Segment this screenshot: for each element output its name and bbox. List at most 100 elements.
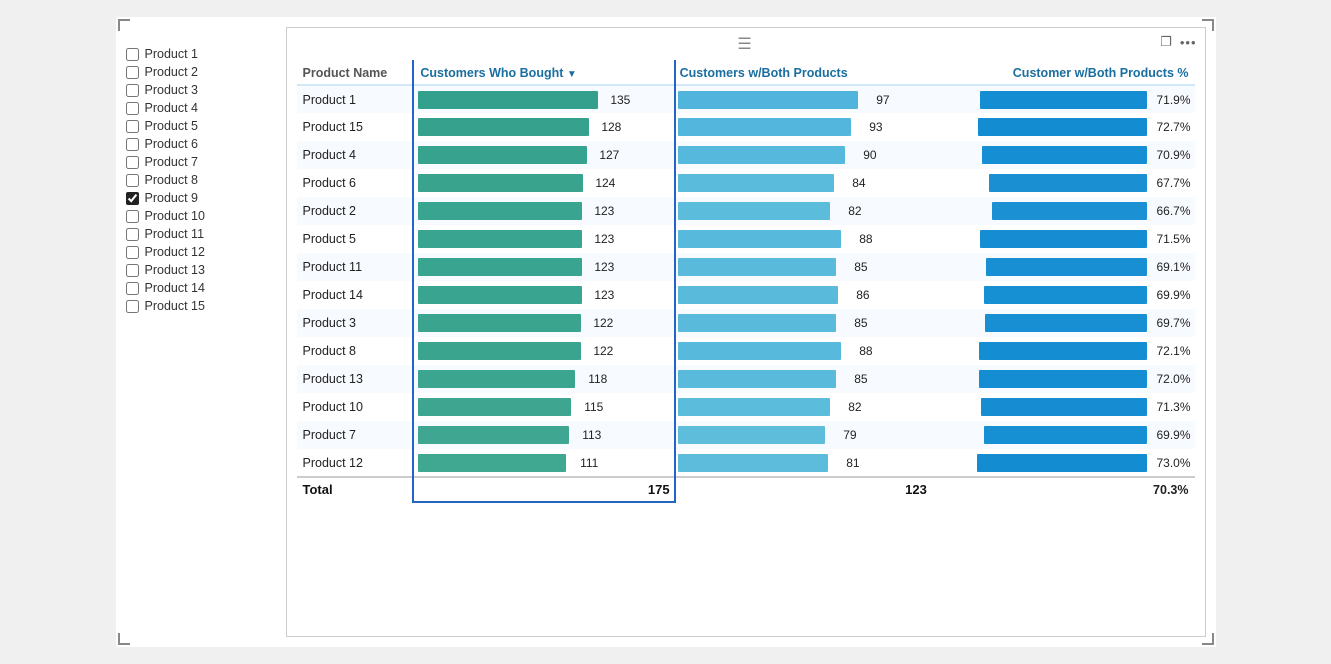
cell-bought: 111 [414,449,673,477]
cell-pct: 71.9% [933,85,1195,113]
sidebar-item-product-14[interactable]: Product 14 [126,279,276,297]
sidebar-item-label: Product 12 [145,245,205,259]
pct-value: 69.9% [1151,288,1191,302]
checkbox-product-4[interactable] [126,102,139,115]
cell-bought: 123 [414,197,673,225]
cell-product-name: Product 12 [297,449,415,477]
sidebar-item-label: Product 15 [145,299,205,313]
sidebar-item-label: Product 4 [145,101,199,115]
checkbox-product-8[interactable] [126,174,139,187]
checkbox-product-10[interactable] [126,210,139,223]
more-options-icon[interactable]: ••• [1180,35,1197,50]
cell-both: 88 [674,225,933,253]
col-header-pct[interactable]: Customer w/Both Products % [933,60,1195,85]
checkbox-product-5[interactable] [126,120,139,133]
pct-bar [984,286,1147,304]
checkbox-product-2[interactable] [126,66,139,79]
bought-value: 123 [586,288,614,302]
cell-pct: 73.0% [933,449,1195,477]
sidebar-item-product-7[interactable]: Product 7 [126,153,276,171]
both-value: 81 [832,456,860,470]
sidebar-item-product-2[interactable]: Product 2 [126,63,276,81]
bought-bar [418,342,581,360]
pct-value: 69.7% [1151,316,1191,330]
bought-value: 135 [602,93,630,107]
cell-both: 84 [674,169,933,197]
sidebar-item-label: Product 11 [145,227,205,241]
checkbox-product-9[interactable] [126,192,139,205]
checkbox-product-12[interactable] [126,246,139,259]
cell-both: 85 [674,253,933,281]
bought-bar [418,174,583,192]
bought-bar [418,202,582,220]
sidebar-item-product-9[interactable]: Product 9 [126,189,276,207]
table-wrapper: Product Name Customers Who Bought ▼ Cust… [297,60,1195,501]
cell-both: 81 [674,449,933,477]
cell-pct: 66.7% [933,197,1195,225]
sidebar-item-product-12[interactable]: Product 12 [126,243,276,261]
bought-bar [418,258,582,276]
col-header-both[interactable]: Customers w/Both Products [674,60,933,85]
sidebar-item-label: Product 1 [145,47,199,61]
bought-bar [418,370,575,388]
sidebar-item-product-13[interactable]: Product 13 [126,261,276,279]
bought-bar [418,118,589,136]
sidebar-item-product-8[interactable]: Product 8 [126,171,276,189]
main-panel: ☰ ❐ ••• Product Name Customers Who Bough… [286,27,1206,637]
pct-bar [984,426,1147,444]
table-row: Product 31228569.7% [297,309,1195,337]
table-row: Product 71137969.9% [297,421,1195,449]
sidebar-item-product-6[interactable]: Product 6 [126,135,276,153]
both-bar [678,370,836,388]
pct-value: 71.5% [1151,232,1191,246]
checkbox-product-15[interactable] [126,300,139,313]
checkbox-product-11[interactable] [126,228,139,241]
checkbox-product-1[interactable] [126,48,139,61]
checkbox-product-13[interactable] [126,264,139,277]
pct-value: 69.1% [1151,260,1191,274]
col-header-bought[interactable]: Customers Who Bought ▼ [414,60,673,85]
cell-both: 82 [674,393,933,421]
both-value: 88 [845,344,873,358]
sidebar-item-label: Product 3 [145,83,199,97]
bought-value: 123 [586,260,614,274]
cell-bought: 123 [414,253,673,281]
bought-value: 127 [591,148,619,162]
corner-bl [118,633,130,645]
expand-icon[interactable]: ❐ [1160,34,1172,50]
cell-bought: 127 [414,141,673,169]
sidebar-item-product-11[interactable]: Product 11 [126,225,276,243]
table-row: Product 41279070.9% [297,141,1195,169]
cell-product-name: Product 1 [297,85,415,113]
cell-pct: 71.5% [933,225,1195,253]
sidebar-item-label: Product 13 [145,263,205,277]
cell-product-name: Product 10 [297,393,415,421]
cell-bought: 122 [414,309,673,337]
sidebar-item-product-4[interactable]: Product 4 [126,99,276,117]
drag-handle-area[interactable]: ☰ [737,34,753,54]
total-both: 123 [674,477,933,501]
cell-product-name: Product 3 [297,309,415,337]
checkbox-product-7[interactable] [126,156,139,169]
col-header-name[interactable]: Product Name [297,60,415,85]
sidebar-item-product-15[interactable]: Product 15 [126,297,276,315]
checkbox-product-14[interactable] [126,282,139,295]
bought-value: 128 [593,120,621,134]
cell-product-name: Product 8 [297,337,415,365]
checkbox-product-3[interactable] [126,84,139,97]
cell-pct: 71.3% [933,393,1195,421]
pct-value: 69.9% [1151,428,1191,442]
checkbox-product-6[interactable] [126,138,139,151]
sidebar-item-product-10[interactable]: Product 10 [126,207,276,225]
both-bar [678,118,851,136]
sidebar-item-product-3[interactable]: Product 3 [126,81,276,99]
table-row: Product 61248467.7% [297,169,1195,197]
both-value: 85 [840,260,868,274]
sidebar-item-product-1[interactable]: Product 1 [126,45,276,63]
cell-bought: 123 [414,225,673,253]
both-bar [678,454,828,472]
bought-value: 113 [573,428,601,442]
sidebar-item-product-5[interactable]: Product 5 [126,117,276,135]
bought-value: 118 [579,372,607,386]
cell-product-name: Product 7 [297,421,415,449]
